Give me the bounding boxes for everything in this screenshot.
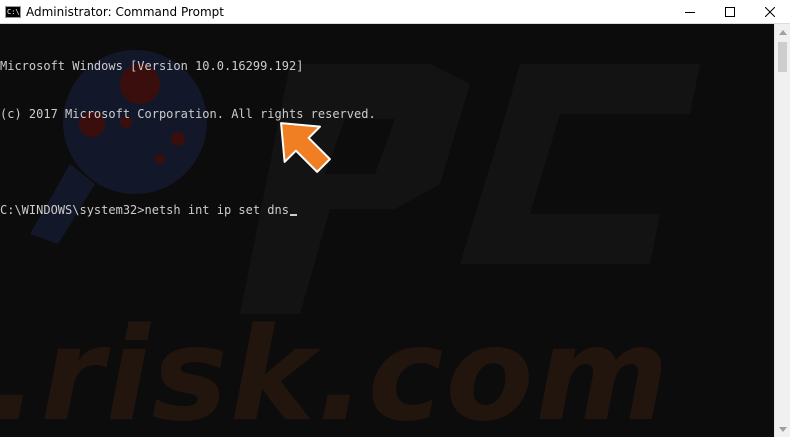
chevron-up-icon <box>778 29 787 35</box>
window-title: Administrator: Command Prompt <box>26 4 224 19</box>
close-button[interactable] <box>750 0 790 24</box>
maximize-icon <box>725 7 735 17</box>
console-area[interactable]: .risk.com Microsoft Windows [Version 10.… <box>0 24 774 437</box>
scroll-up-button[interactable] <box>775 24 790 40</box>
text-cursor <box>289 214 297 216</box>
close-icon <box>765 7 775 17</box>
console-output: Microsoft Windows [Version 10.0.16299.19… <box>0 26 376 250</box>
scroll-thumb[interactable] <box>778 42 787 72</box>
window-controls <box>670 0 790 24</box>
prompt-command: C:\WINDOWS\system32>netsh int ip set dns <box>0 203 289 217</box>
chevron-down-icon <box>778 426 787 432</box>
vertical-scrollbar[interactable] <box>774 24 790 437</box>
cmd-app-icon[interactable]: C:\ <box>5 5 21 18</box>
command-prompt-window: C:\ Administrator: Command Prompt .risk.… <box>0 0 790 437</box>
console-line: (c) 2017 Microsoft Corporation. All righ… <box>0 107 376 121</box>
command-line[interactable]: C:\WINDOWS\system32>netsh int ip set dns <box>0 202 376 218</box>
minimize-button[interactable] <box>670 0 710 24</box>
title-bar[interactable]: C:\ Administrator: Command Prompt <box>0 0 790 24</box>
scroll-down-button[interactable] <box>775 421 790 437</box>
watermark-text: .risk.com <box>0 301 671 437</box>
console-line: Microsoft Windows [Version 10.0.16299.19… <box>0 59 304 73</box>
maximize-button[interactable] <box>710 0 750 24</box>
minimize-icon <box>685 12 695 13</box>
